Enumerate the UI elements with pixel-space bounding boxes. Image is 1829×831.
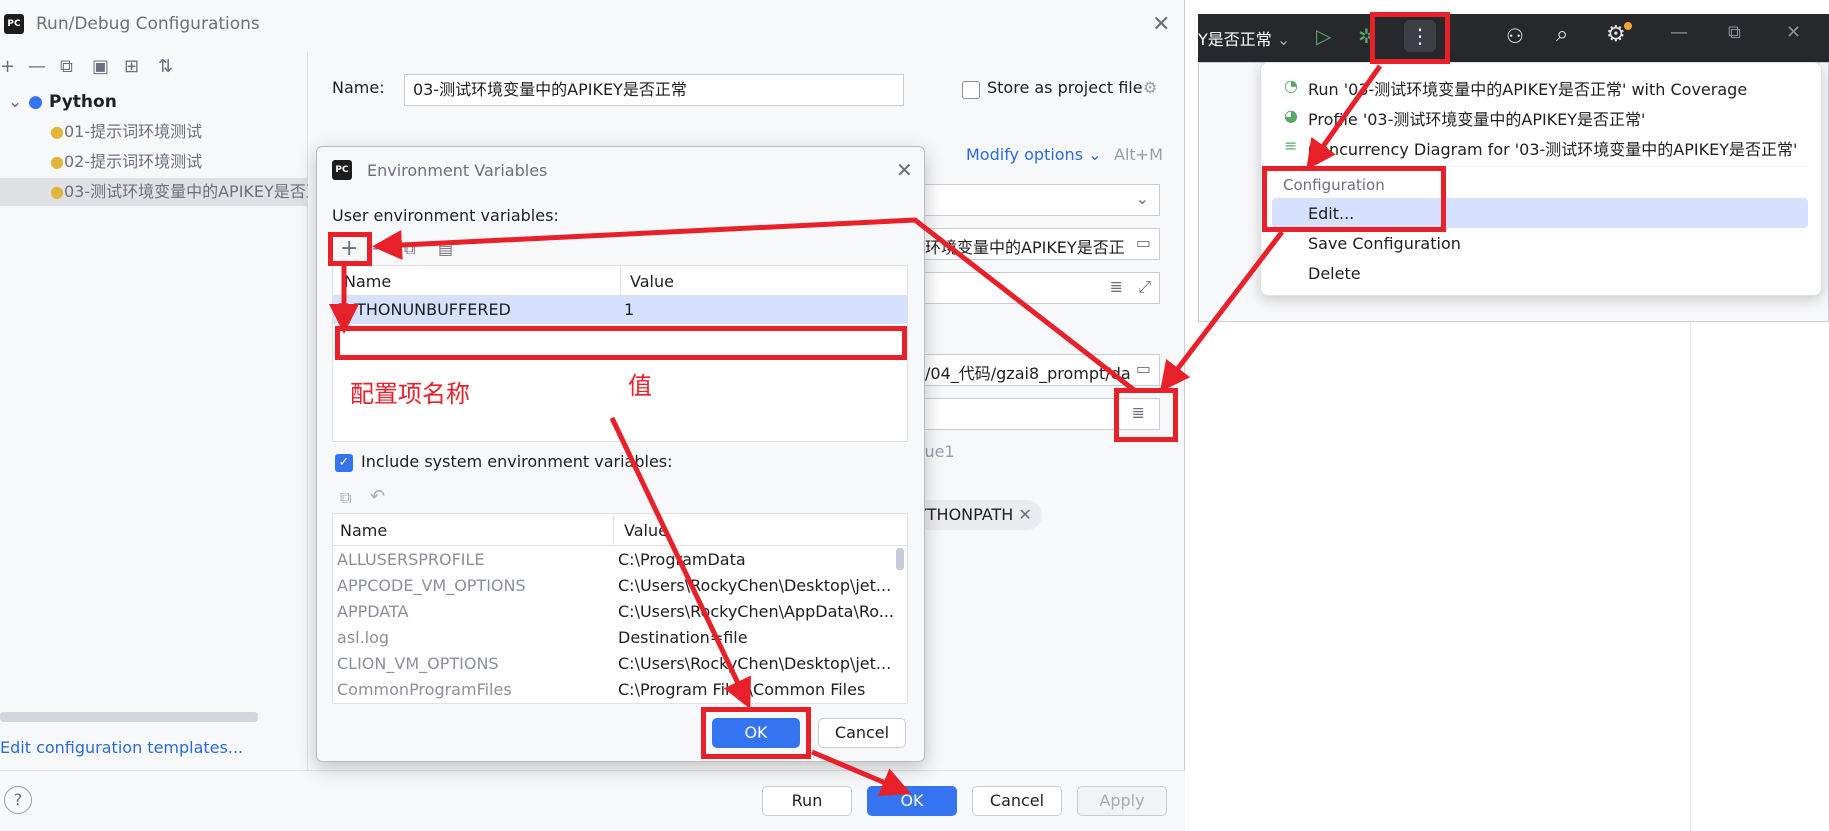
arrow-env-to-add [372, 217, 1136, 392]
arrow-edit-to-env [1159, 230, 1284, 392]
arrow-to-main-ok [811, 749, 912, 797]
arrow-more-to-edit [1306, 64, 1383, 171]
arrow-to-env-ok [609, 416, 751, 710]
annotation-arrows [329, 64, 1383, 797]
